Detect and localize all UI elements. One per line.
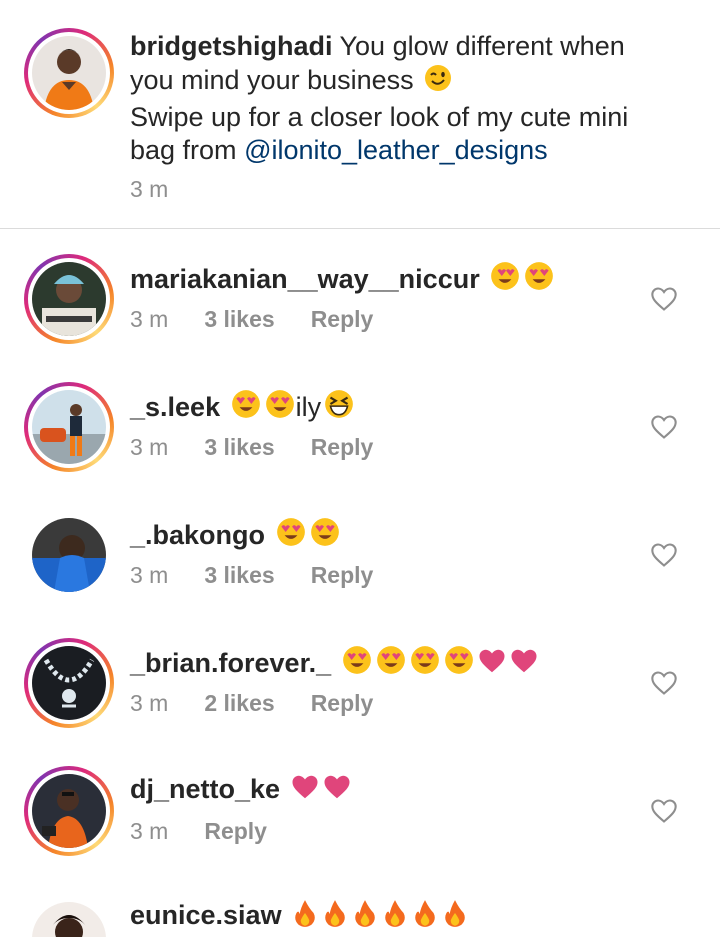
- post-author-avatar[interactable]: [24, 28, 114, 118]
- comment-timestamp: 3 m: [130, 306, 169, 332]
- comment-item: dj_netto_ke 3 m Reply: [0, 766, 720, 900]
- pink-heart-emoji: [509, 646, 539, 684]
- like-heart-icon[interactable]: [650, 414, 678, 440]
- post-timestamp: 3 m: [130, 176, 169, 202]
- reply-button[interactable]: Reply: [311, 562, 374, 588]
- comment-item: eunice.siaw: [0, 898, 720, 937]
- comment-likes[interactable]: 3 likes: [204, 434, 274, 460]
- commenter-avatar[interactable]: [24, 766, 114, 856]
- comment-item: _s.leek ily 3 m 3 likes Reply: [0, 382, 720, 516]
- fire-emoji: [291, 898, 319, 936]
- fire-emoji: [441, 898, 469, 936]
- commenter-avatar[interactable]: [32, 902, 106, 937]
- reply-button[interactable]: Reply: [311, 690, 374, 716]
- comment-username[interactable]: _s.leek: [130, 392, 220, 422]
- heart-eyes-emoji: [523, 260, 555, 300]
- caption-line-4: bag from: [130, 135, 245, 165]
- caption-line-2: you mind your business: [130, 65, 422, 95]
- like-heart-icon[interactable]: [650, 542, 678, 568]
- comment-likes[interactable]: 3 likes: [204, 306, 274, 332]
- reply-button[interactable]: Reply: [311, 306, 374, 332]
- heart-eyes-emoji: [409, 644, 441, 684]
- caption-line-3: Swipe up for a closer look of my cute mi…: [130, 102, 629, 132]
- divider: [0, 228, 720, 229]
- commenter-avatar[interactable]: [24, 638, 114, 728]
- comment-username[interactable]: _brian.forever._: [130, 648, 331, 678]
- mention-link[interactable]: @ilonito_leather_designs: [244, 135, 548, 165]
- comment-username[interactable]: _.bakongo: [130, 520, 265, 550]
- caption-line-1: You glow different when: [332, 31, 625, 61]
- comment-username[interactable]: eunice.siaw: [130, 900, 282, 930]
- pink-heart-emoji: [290, 772, 320, 810]
- heart-eyes-emoji: [489, 260, 521, 300]
- reply-button[interactable]: Reply: [204, 818, 267, 844]
- comment-text: ily: [295, 392, 322, 422]
- like-heart-icon[interactable]: [650, 286, 678, 312]
- heart-eyes-emoji: [309, 516, 341, 556]
- grinning-squint-emoji: [323, 388, 355, 428]
- post-author-username[interactable]: bridgetshighadi: [130, 31, 333, 61]
- fire-emoji: [381, 898, 409, 936]
- post-caption: bridgetshighadi You glow different when …: [130, 30, 690, 167]
- comment-username[interactable]: dj_netto_ke: [130, 774, 280, 804]
- fire-emoji: [411, 898, 439, 936]
- comment-likes[interactable]: 3 likes: [204, 562, 274, 588]
- comment-username[interactable]: mariakanian__way__niccur: [130, 264, 480, 294]
- comment-timestamp: 3 m: [130, 562, 169, 588]
- heart-eyes-emoji: [341, 644, 373, 684]
- comment-timestamp: 3 m: [130, 818, 169, 844]
- heart-eyes-emoji: [443, 644, 475, 684]
- pink-heart-emoji: [477, 646, 507, 684]
- comment-timestamp: 3 m: [130, 434, 169, 460]
- commenter-avatar[interactable]: [32, 518, 106, 592]
- heart-eyes-emoji: [375, 644, 407, 684]
- heart-eyes-emoji: [275, 516, 307, 556]
- pink-heart-emoji: [322, 772, 352, 810]
- comment-item: _brian.forever._ 3 m 2 likes Reply: [0, 638, 720, 772]
- comment-item: mariakanian__way__niccur 3 m 3 likes Reply: [0, 254, 720, 388]
- comment-timestamp: 3 m: [130, 690, 169, 716]
- like-heart-icon[interactable]: [650, 670, 678, 696]
- commenter-avatar[interactable]: [24, 382, 114, 472]
- like-heart-icon[interactable]: [650, 798, 678, 824]
- comment-likes[interactable]: 2 likes: [204, 690, 274, 716]
- heart-eyes-emoji: [230, 388, 262, 428]
- fire-emoji: [321, 898, 349, 936]
- reply-button[interactable]: Reply: [311, 434, 374, 460]
- heart-eyes-emoji: [264, 388, 296, 428]
- comment-item: _.bakongo 3 m 3 likes Reply: [0, 516, 720, 644]
- commenter-avatar[interactable]: [24, 254, 114, 344]
- winking-face-emoji: [423, 63, 453, 101]
- fire-emoji: [351, 898, 379, 936]
